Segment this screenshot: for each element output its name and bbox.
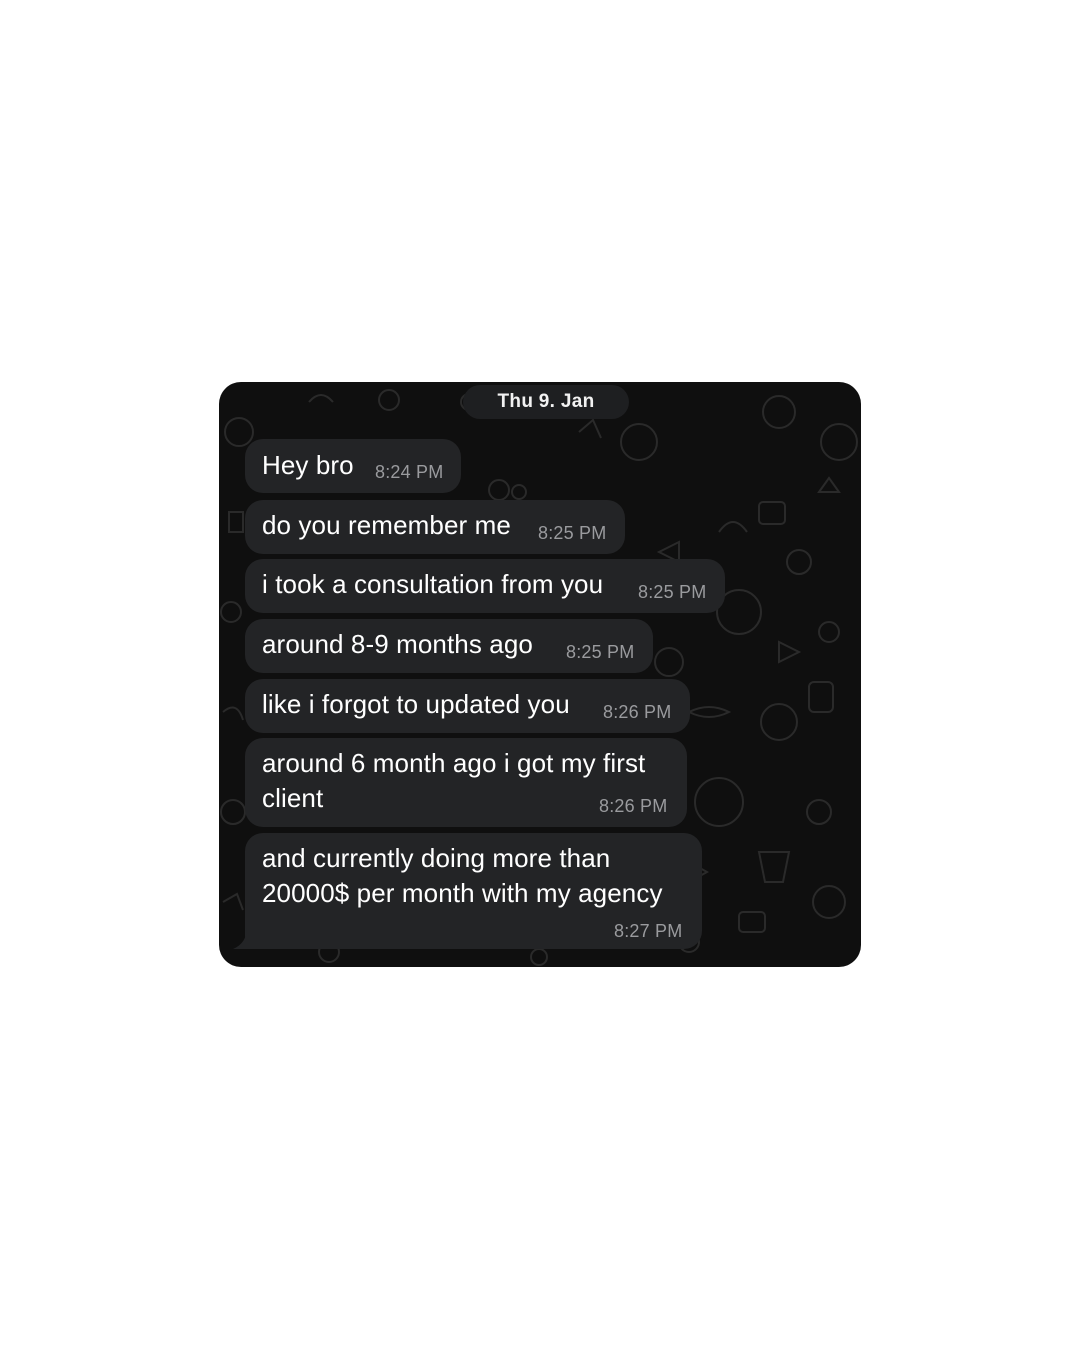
message-text-line-1: around 6 month ago i got my first	[262, 748, 646, 778]
message-bubble[interactable]: and currently doing more than 20000$ per…	[245, 833, 702, 949]
message-text-line-1: and currently doing more than	[262, 843, 611, 873]
message-text: like i forgot to updated you	[262, 689, 570, 719]
message-text: Hey bro	[262, 450, 354, 480]
message-bubble[interactable]: like i forgot to updated you 8:26 PM	[245, 679, 690, 733]
message-text: do you remember me	[262, 510, 511, 540]
message-bubble[interactable]: around 8-9 months ago 8:25 PM	[245, 619, 653, 673]
message-timestamp: 8:26 PM	[599, 796, 668, 816]
message-timestamp: 8:27 PM	[614, 921, 683, 941]
message-bubble[interactable]: i took a consultation from you 8:25 PM	[245, 559, 725, 613]
message-timestamp: 8:25 PM	[538, 523, 607, 543]
message-bubble[interactable]: Hey bro 8:24 PM	[245, 439, 461, 493]
message-text: i took a consultation from you	[262, 569, 604, 599]
message-bubble[interactable]: around 6 month ago i got my first client…	[245, 738, 687, 827]
bubble-tail-icon	[233, 927, 257, 949]
message-timestamp: 8:26 PM	[603, 702, 672, 722]
date-separator: Thu 9. Jan	[463, 385, 629, 419]
message-timestamp: 8:24 PM	[375, 462, 444, 482]
page: Thu 9. Jan Hey bro 8:24 PM do you rememb…	[0, 0, 1080, 1350]
message-bubble[interactable]: do you remember me 8:25 PM	[245, 500, 625, 554]
message-text-line-2: client	[262, 783, 324, 813]
message-timestamp: 8:25 PM	[638, 582, 707, 602]
chat-conversation[interactable]: Thu 9. Jan Hey bro 8:24 PM do you rememb…	[219, 382, 861, 967]
message-timestamp: 8:25 PM	[566, 642, 635, 662]
message-text: around 8-9 months ago	[262, 629, 533, 659]
message-text-line-2: 20000$ per month with my agency	[262, 878, 663, 908]
